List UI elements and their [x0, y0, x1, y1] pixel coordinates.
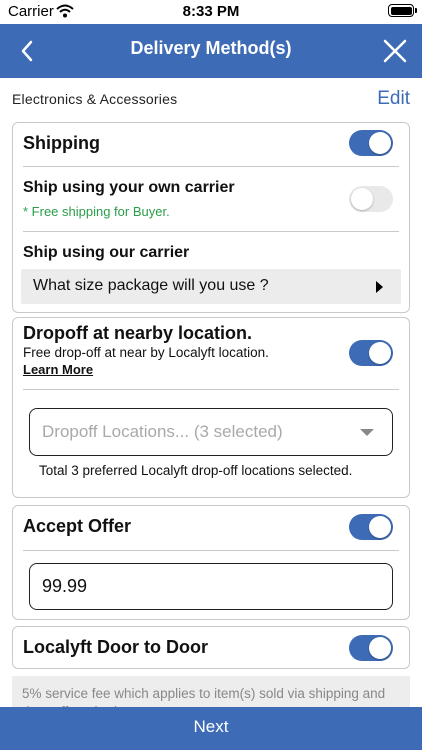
dropoff-toggle[interactable] [349, 340, 393, 366]
dropoff-title: Dropoff at nearby location. [23, 323, 253, 343]
divider [23, 550, 399, 551]
shipping-toggle[interactable] [349, 130, 393, 156]
dropoff-locations-placeholder: Dropoff Locations... (3 selected) [42, 422, 283, 441]
page-title: Delivery Method(s) [130, 38, 292, 58]
divider [23, 166, 399, 167]
close-icon[interactable] [380, 36, 410, 66]
offer-price-value: 99.99 [42, 576, 88, 596]
door-to-door-toggle[interactable] [349, 635, 393, 661]
offer-price-input[interactable]: 99.99 [29, 563, 393, 610]
status-time: 8:33 PM [182, 3, 240, 20]
learn-more-link[interactable]: Learn More [23, 362, 93, 377]
shipping-title: Shipping [23, 133, 100, 153]
accept-offer-toggle[interactable] [349, 514, 393, 540]
dropoff-card: Dropoff at nearby location. Free drop-of… [12, 317, 410, 498]
own-carrier-toggle[interactable] [349, 186, 393, 212]
status-bar: Carrier 8:33 PM [0, 0, 422, 24]
package-size-selector[interactable]: What size package will you use ? [21, 269, 401, 304]
accept-offer-title: Accept Offer [23, 516, 132, 536]
battery-icon [388, 4, 417, 17]
free-shipping-note: * Free shipping for Buyer. [23, 204, 170, 219]
edit-button[interactable]: Edit [377, 88, 410, 110]
door-to-door-title: Localyft Door to Door [23, 637, 208, 657]
next-button[interactable]: Next [0, 707, 422, 750]
package-size-prompt: What size package will you use ? [33, 277, 269, 294]
divider [23, 231, 399, 232]
category-row: Electronics & Accessories Edit [12, 86, 410, 112]
caret-down-icon [360, 429, 374, 436]
our-carrier-title: Ship using our carrier [23, 244, 190, 261]
dropoff-description: Free drop-off at near by Localyft locati… [23, 345, 269, 360]
nav-bar: Delivery Method(s) [0, 24, 422, 78]
divider [23, 389, 399, 390]
accept-offer-card: Accept Offer 99.99 [12, 505, 410, 620]
category-label: Electronics & Accessories [12, 91, 178, 107]
dropoff-locations-note: Total 3 preferred Localyft drop-off loca… [39, 463, 353, 478]
dropoff-locations-dropdown[interactable]: Dropoff Locations... (3 selected) [29, 408, 393, 456]
door-to-door-card: Localyft Door to Door [12, 626, 410, 669]
caret-right-icon [376, 281, 383, 293]
next-label: Next [193, 717, 229, 736]
chevron-left-icon[interactable] [14, 36, 44, 66]
shipping-card: Shipping Ship using your own carrier * F… [12, 122, 410, 313]
own-carrier-title: Ship using your own carrier [23, 179, 235, 196]
